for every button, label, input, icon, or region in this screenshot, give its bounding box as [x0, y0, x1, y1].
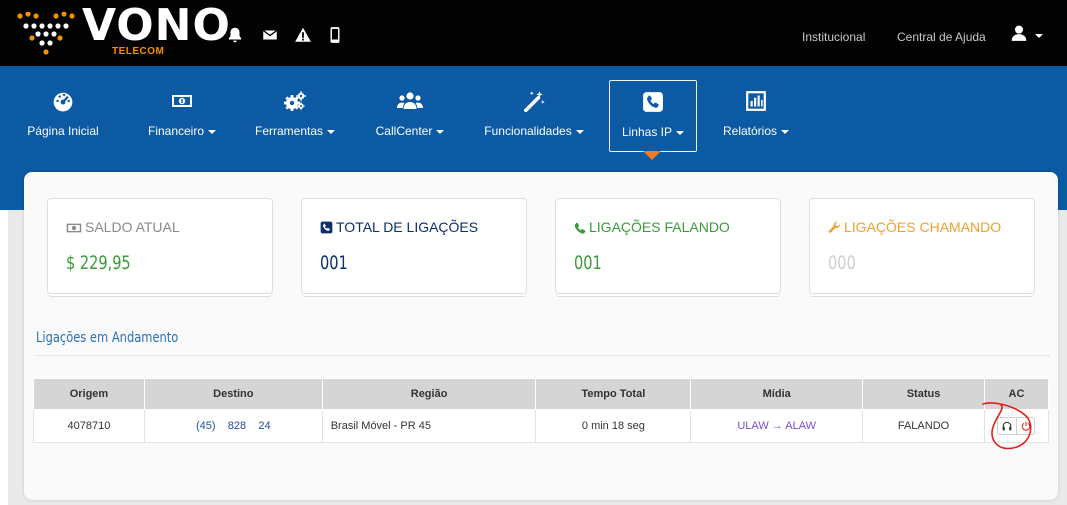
- nav-item-ferramentas[interactable]: Ferramentas: [240, 66, 350, 160]
- nav-item-financeiro[interactable]: Financeiro: [134, 66, 230, 160]
- nav-label: Funcionalidades: [472, 124, 596, 138]
- nav-label: Linhas IP: [610, 125, 696, 139]
- nav-item-pagina-inicial[interactable]: Página Inicial: [6, 66, 120, 160]
- chevron-down-icon: [575, 129, 584, 134]
- page-background: [0, 210, 8, 505]
- logo-dots-icon: [17, 12, 75, 55]
- table-header-row: Origem Destino Região Tempo Total Mídia …: [33, 378, 1050, 410]
- nav-item-funcionalidades[interactable]: Funcionalidades: [472, 66, 596, 160]
- headphones-icon: [1003, 421, 1012, 431]
- card-title: SALDO ATUAL: [66, 219, 180, 235]
- card-ligacoes-chamando: LIGAÇÕES CHAMANDO 000: [809, 198, 1035, 294]
- nav-label: CallCenter: [362, 124, 458, 138]
- card-total-de-ligacoes: TOTAL DE LIGAÇÕES 001: [301, 198, 527, 294]
- col-regiao[interactable]: Região: [321, 378, 537, 410]
- cell-origem: 4078710: [33, 409, 145, 443]
- phone-square-icon: [643, 92, 663, 112]
- col-midia[interactable]: Mídia: [690, 378, 864, 410]
- col-ac[interactable]: AC: [983, 378, 1050, 410]
- phone-icon: [574, 222, 586, 234]
- cell-tempo-total: 0 min 18 seg: [535, 409, 692, 443]
- listen-button[interactable]: [998, 418, 1016, 434]
- logo-subtitle: TELECOM: [112, 46, 165, 57]
- destino-part-b: 24: [258, 420, 271, 432]
- users-icon: [397, 92, 423, 109]
- nav-label: Página Inicial: [27, 124, 99, 138]
- section-title: Ligações em Andamento: [36, 330, 179, 346]
- midia-to: ALAW: [785, 420, 817, 432]
- mobile-icon[interactable]: [326, 26, 344, 44]
- card-value: 001: [320, 252, 348, 274]
- card-title: LIGAÇÕES CHAMANDO: [828, 219, 1001, 235]
- nav-item-callcenter[interactable]: CallCenter: [362, 66, 458, 160]
- arrow-right-icon: →: [771, 420, 783, 432]
- section-divider: [36, 355, 1049, 356]
- active-calls-table: Origem Destino Região Tempo Total Mídia …: [33, 378, 1050, 443]
- table-row: 4078710 (45) 828 24 Brasil Móvel - PR 45…: [33, 409, 1050, 443]
- user-icon: [1011, 25, 1027, 41]
- nav-label: Financeiro: [134, 124, 230, 138]
- nav-item-linhas-ip[interactable]: Linhas IP: [609, 80, 697, 152]
- logo-wordmark: VONO: [82, 0, 231, 51]
- link-central-de-ajuda[interactable]: Central de Ajuda: [897, 30, 986, 44]
- chevron-down-icon: [676, 130, 685, 135]
- cell-destino: (45) 828 24: [143, 409, 323, 443]
- nav-label: Ferramentas: [240, 124, 350, 138]
- top-bar: VONO TELECOM Institucional Central de Aj…: [0, 0, 1067, 66]
- col-tempo-total[interactable]: Tempo Total: [535, 378, 692, 410]
- destino-part-a: 828: [227, 420, 247, 432]
- cell-regiao: Brasil Móvel - PR 45: [321, 409, 537, 443]
- phone-square-icon: [320, 221, 333, 234]
- card-value: $ 229,95: [66, 252, 131, 274]
- money-icon: [172, 95, 192, 107]
- card-ligacoes-falando: LIGAÇÕES FALANDO 001: [555, 198, 781, 294]
- chevron-down-icon: [327, 129, 336, 134]
- midia-from: ULAW: [737, 420, 769, 432]
- col-status[interactable]: Status: [862, 378, 985, 410]
- bar-chart-icon: [746, 91, 766, 111]
- card-title: LIGAÇÕES FALANDO: [574, 219, 730, 235]
- hangup-button[interactable]: [1016, 418, 1034, 434]
- magic-wand-icon: [523, 91, 545, 112]
- col-destino[interactable]: Destino: [143, 378, 323, 410]
- cell-midia: ULAW → ALAW: [690, 409, 864, 443]
- card-saldo-atual: SALDO ATUAL $ 229,95: [47, 198, 273, 294]
- bell-icon[interactable]: [226, 26, 244, 44]
- power-icon: [1021, 421, 1031, 431]
- card-value: 001: [574, 252, 602, 274]
- wrench-icon: [828, 221, 841, 233]
- card-title: TOTAL DE LIGAÇÕES: [320, 219, 478, 235]
- money-icon: [66, 223, 82, 233]
- user-menu[interactable]: [1010, 24, 1050, 46]
- chevron-down-icon: [208, 129, 217, 134]
- dashboard-icon: [53, 92, 73, 112]
- destino-ddd: (45): [195, 420, 216, 432]
- chevron-down-icon: [436, 129, 445, 134]
- link-institucional[interactable]: Institucional: [802, 30, 865, 44]
- chevron-down-icon: [781, 129, 790, 134]
- card-value: 000: [828, 252, 856, 274]
- active-nav-indicator: [643, 151, 661, 160]
- vono-logo[interactable]: VONO TELECOM: [16, 0, 230, 60]
- nav-item-relatorios[interactable]: Relatórios: [708, 66, 804, 160]
- envelope-icon[interactable]: [261, 26, 279, 44]
- nav-label: Relatórios: [708, 124, 804, 138]
- col-origem[interactable]: Origem: [33, 378, 145, 410]
- cell-status: FALANDO: [862, 409, 985, 443]
- warning-icon[interactable]: [294, 26, 312, 44]
- call-actions: [997, 417, 1036, 435]
- chevron-down-icon: [1035, 34, 1043, 38]
- cell-ac: [983, 409, 1050, 443]
- gears-icon: [284, 91, 306, 111]
